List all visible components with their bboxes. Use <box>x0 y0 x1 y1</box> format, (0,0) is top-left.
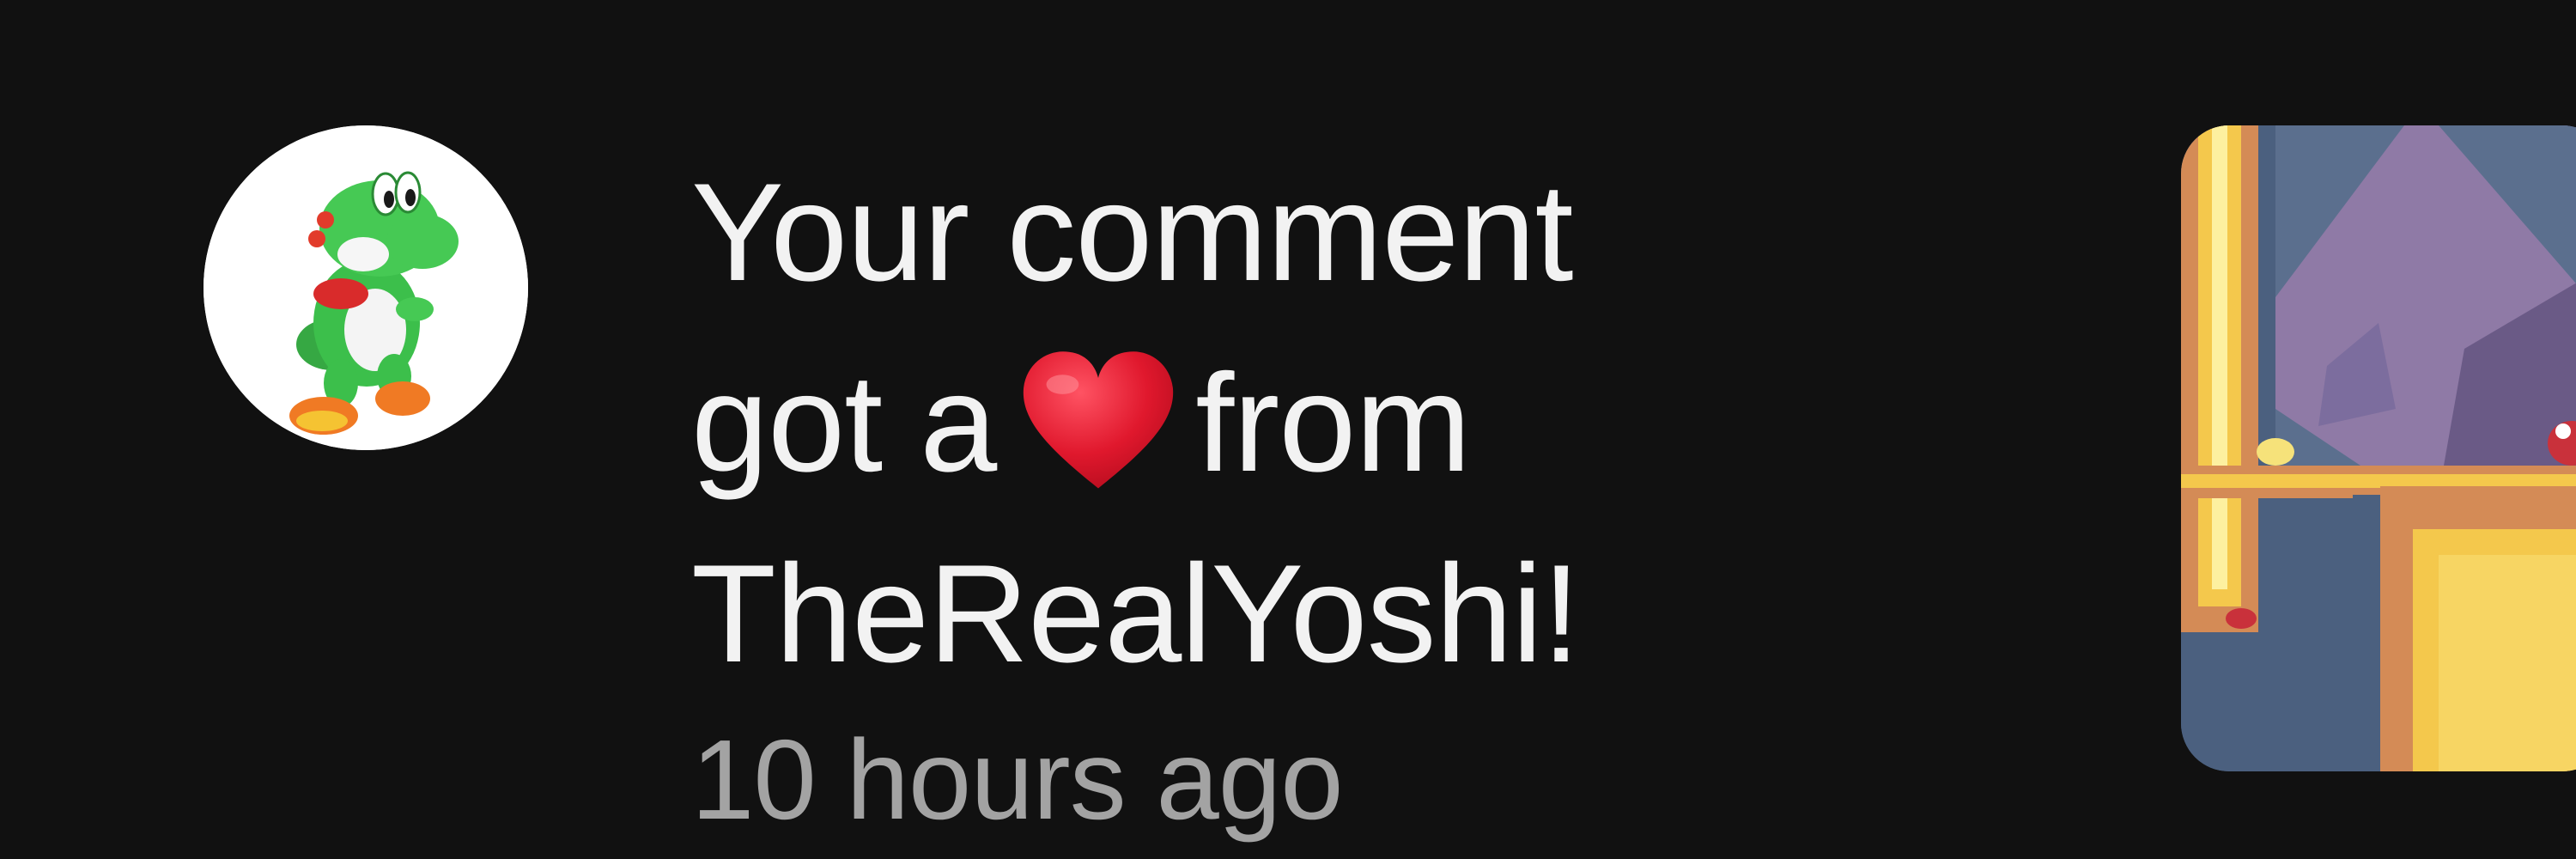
message-line-3: TheRealYoshi! <box>691 536 1581 691</box>
notification-text: Your comment got a from TheRealYoshi! 10 … <box>691 137 1807 849</box>
avatar[interactable] <box>204 125 528 450</box>
heart-notification[interactable]: Your comment got a from TheRealYoshi! 10 … <box>0 0 2576 859</box>
message-line-2: got a from <box>691 328 1807 519</box>
yoshi-avatar-icon <box>204 125 528 450</box>
message-line-2-end: from <box>1195 345 1471 501</box>
message-line-1: Your comment <box>691 155 1574 310</box>
notification-timestamp: 10 hours ago <box>691 716 1344 843</box>
message-line-2-start: got a <box>691 345 997 501</box>
game-screenshot-thumbnail-icon <box>2181 125 2576 771</box>
post-thumbnail[interactable] <box>2181 125 2576 771</box>
red-heart-icon <box>1024 351 1174 489</box>
notification-message: Your comment got a from TheRealYoshi! <box>691 137 1807 710</box>
